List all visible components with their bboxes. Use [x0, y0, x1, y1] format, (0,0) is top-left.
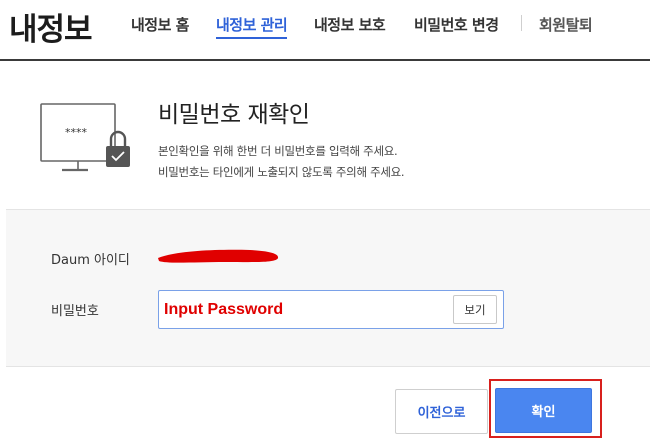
password-label: 비밀번호 — [51, 304, 99, 319]
password-form-panel — [6, 209, 650, 367]
nav-item-withdraw[interactable]: 회원탈퇴 — [539, 14, 593, 35]
computer-lock-icon: **** — [40, 103, 130, 172]
top-header: 내정보 내정보 홈 내정보 관리 내정보 보호 비밀번호 변경 회원탈퇴 — [0, 0, 650, 61]
confirm-button[interactable]: 확인 — [495, 388, 592, 433]
screen-asterisks: **** — [65, 126, 88, 139]
app-logo[interactable]: 내정보 — [9, 4, 93, 49]
account-id-redaction — [158, 249, 279, 263]
nav-divider — [521, 15, 522, 31]
previous-button[interactable]: 이전으로 — [395, 389, 488, 434]
password-input[interactable] — [164, 298, 444, 322]
show-password-button[interactable]: 보기 — [453, 295, 497, 324]
description-line-1: 본인확인을 위해 한번 더 비밀번호를 입력해 주세요. — [158, 144, 398, 158]
description-line-2: 비밀번호는 타인에게 노출되지 않도록 주의해 주세요. — [158, 165, 405, 179]
page-title: 비밀번호 재확인 — [158, 102, 310, 128]
nav-item-protect[interactable]: 내정보 보호 — [314, 14, 386, 35]
nav-item-home[interactable]: 내정보 홈 — [131, 14, 189, 35]
account-id-label: Daum 아이디 — [51, 253, 130, 268]
nav-item-change-password[interactable]: 비밀번호 변경 — [414, 14, 499, 35]
nav-item-manage[interactable]: 내정보 관리 — [216, 14, 288, 39]
